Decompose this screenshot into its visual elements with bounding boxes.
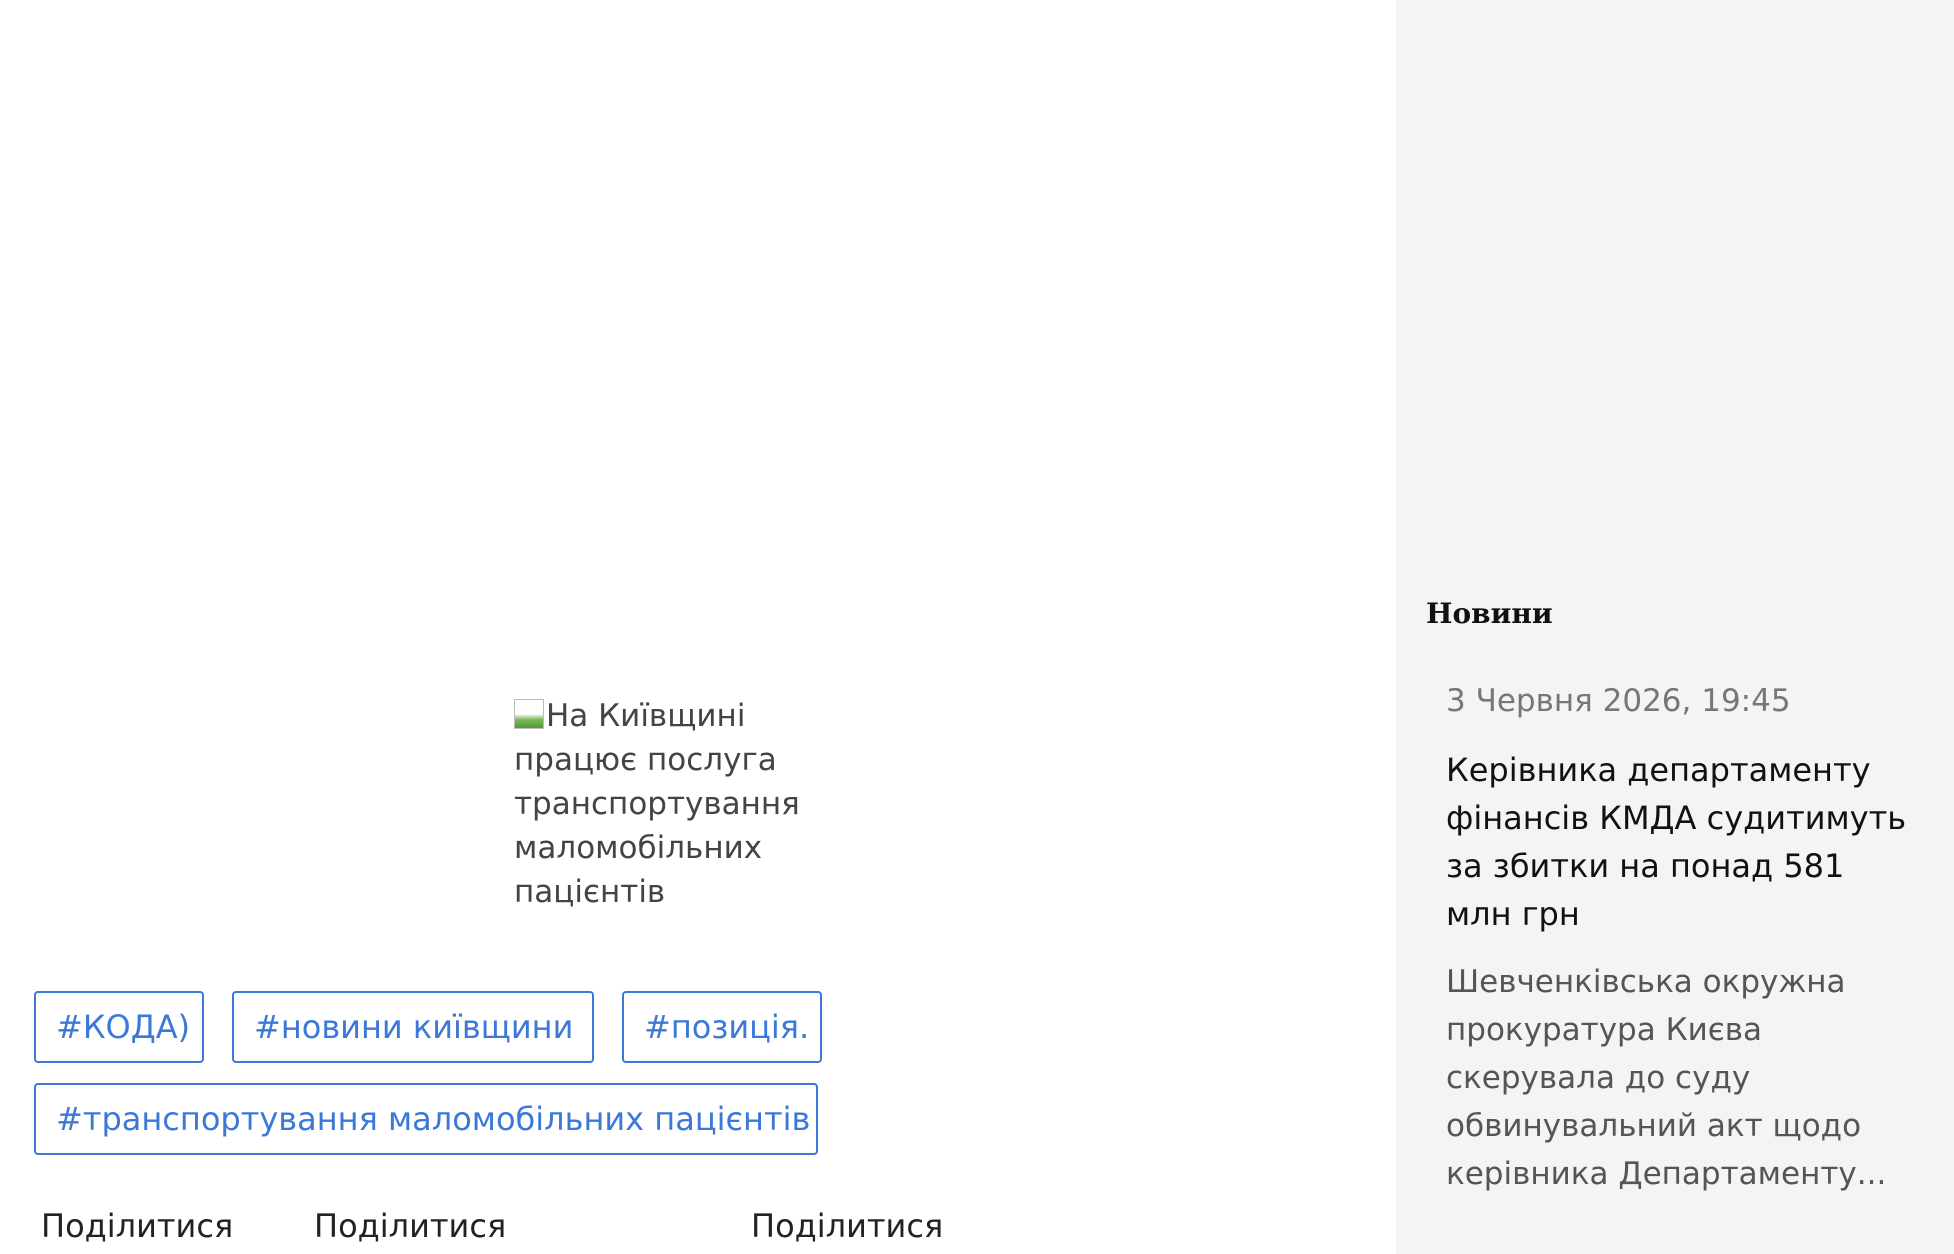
article-main: На Київщині працює послуга транспортуван… [0, 0, 1396, 1254]
news-item-date: 3 Червня 2026, 19:45 [1446, 683, 1791, 719]
article-image-alt-text: На Київщині працює послуга транспортуван… [514, 698, 800, 910]
share-button-1[interactable]: Поділитися [41, 1204, 233, 1248]
page: На Київщині працює послуга транспортуван… [0, 0, 1954, 1254]
share-button-3[interactable]: Поділитися [751, 1204, 943, 1248]
article-image: На Київщині працює послуга транспортуван… [514, 694, 844, 914]
news-item-title-link[interactable]: Керівника департаменту фінансів КМДА суд… [1446, 746, 1916, 938]
tag-patient-transport[interactable]: #транспортування маломобільних пацієнтів [34, 1083, 818, 1155]
tag-koda[interactable]: #КОДА) [34, 991, 204, 1063]
tag-kyiv-region-news[interactable]: #новини київщини [232, 991, 594, 1063]
tag-position[interactable]: #позиція. [622, 991, 822, 1063]
news-item-excerpt: Шевченківська окружна прокуратура Києва … [1446, 964, 1887, 1192]
share-button-2[interactable]: Поділитися [314, 1204, 506, 1248]
sidebar-section-title: Новини [1426, 597, 1553, 630]
broken-image-icon [514, 699, 544, 729]
